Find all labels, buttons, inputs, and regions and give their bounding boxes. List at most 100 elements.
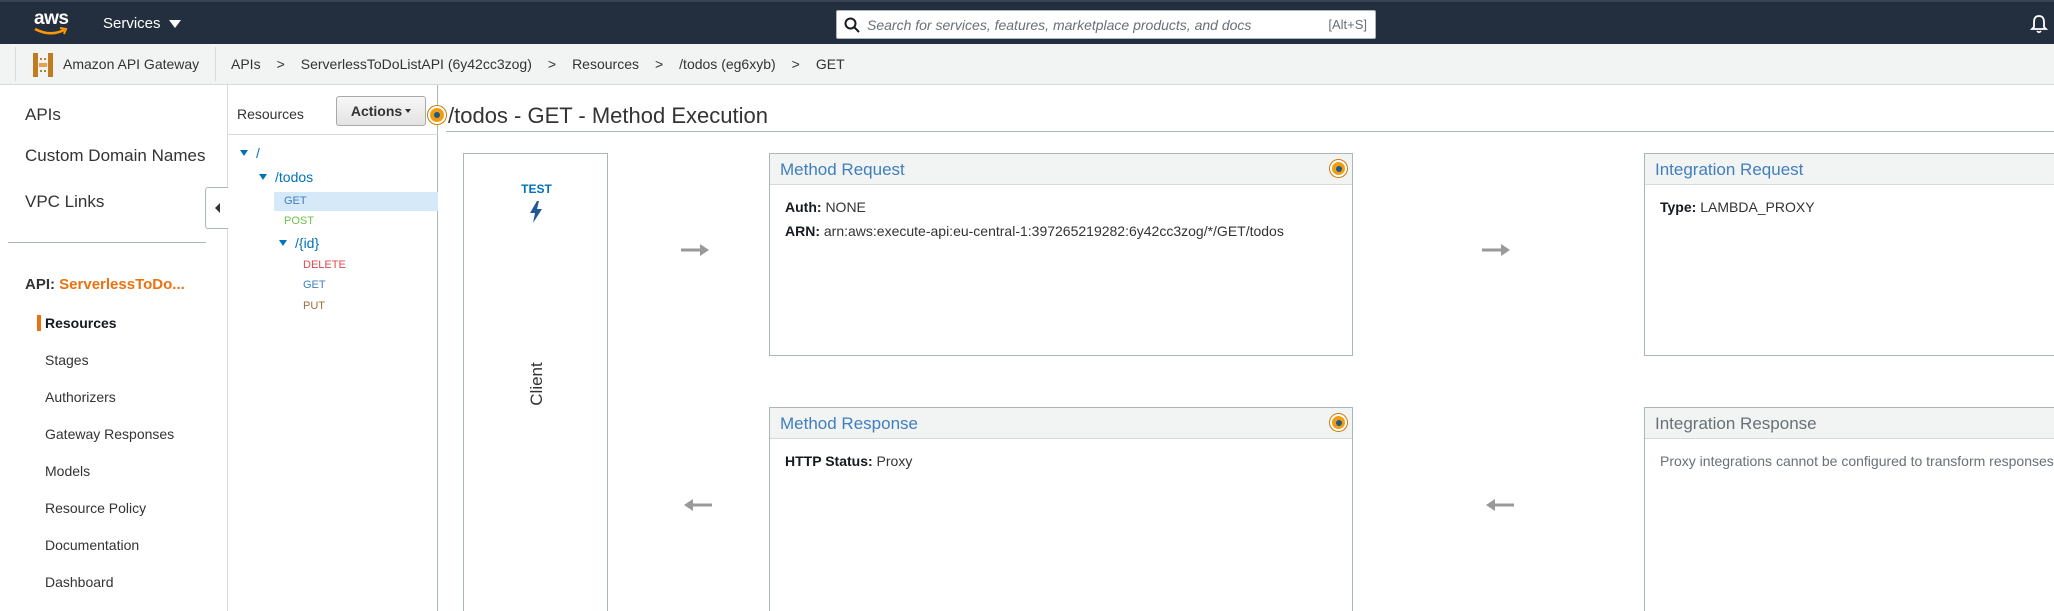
integration-response-note: Proxy integrations cannot be configured … [1660,453,2054,469]
tree-node-label: /{id} [295,235,320,251]
top-navigation-bar: aws Services Search for services, featur… [0,0,2054,44]
tree-node-label: / [256,145,260,161]
nav-item-custom-domain-names[interactable]: Custom Domain Names [25,146,205,166]
nav-item-stages[interactable]: Stages [45,352,89,368]
resources-pane-title: Resources [237,106,304,122]
aws-smile-icon [34,27,68,35]
divider [446,131,2054,132]
method-id-delete[interactable]: DELETE [303,259,346,271]
breadcrumb-separator: > [276,56,285,72]
nav-item-gateway-responses[interactable]: Gateway Responses [45,426,174,442]
method-request-link[interactable]: Method Request [780,160,905,180]
arrow-left-icon [1486,499,1514,511]
nav-item-resource-policy[interactable]: Resource Policy [45,500,146,516]
method-id-get[interactable]: GET [303,279,326,291]
integration-request-panel: Integration Request Type: LAMBDA_PROXY [1644,153,2054,356]
method-todos-post[interactable]: POST [284,215,314,227]
http-status-row: HTTP Status: Proxy [785,453,912,469]
breadcrumb: APIs > ServerlessToDoListAPI (6y42cc3zog… [231,56,845,72]
nav-item-documentation[interactable]: Documentation [45,537,139,553]
notifications-bell-icon[interactable] [2029,14,2049,39]
panel-header: Method Response [770,408,1352,439]
method-todos-get[interactable]: GET [284,195,307,207]
integration-response-panel: Integration Response Proxy integrations … [1644,407,2054,611]
client-label: Client [527,362,546,406]
search-bar[interactable]: Search for services, features, marketpla… [836,10,1376,39]
expand-triangle-icon [240,150,248,156]
status-dot-icon[interactable] [1330,414,1347,431]
integration-request-link[interactable]: Integration Request [1655,160,1803,180]
http-status-value: Proxy [876,453,913,469]
type-label: Type: [1660,199,1697,215]
expand-triangle-icon [259,174,267,180]
nav-item-models[interactable]: Models [45,463,90,479]
left-navigation: APIs Custom Domain Names VPC Links API: … [0,85,228,611]
pane-resize-handle[interactable] [428,106,446,124]
expand-triangle-icon [279,240,287,246]
arn-label: ARN: [785,223,820,239]
arrow-right-icon [681,244,709,256]
nav-item-dashboard[interactable]: Dashboard [45,574,114,590]
nav-item-apis[interactable]: APIs [25,105,61,125]
divider [215,47,216,81]
chevron-left-icon [214,203,220,213]
breadcrumb-separator: > [791,56,800,72]
divider [15,47,16,81]
api-gateway-service-icon [31,52,55,83]
services-menu-button[interactable]: Services [103,15,181,32]
method-request-panel: Method Request Auth: NONE ARN: arn:aws:e… [769,153,1353,356]
client-box: TEST Client [463,153,608,611]
http-status-label: HTTP Status: [785,453,873,469]
arrow-left-icon [684,499,712,511]
panel-header: Integration Response [1645,408,2054,439]
actions-label: Actions [350,103,403,119]
api-prefix: API: [25,276,55,293]
type-row: Type: LAMBDA_PROXY [1660,199,1815,215]
tree-node-id[interactable]: /{id} [279,235,319,251]
nav-item-vpc-links[interactable]: VPC Links [25,192,104,212]
breadcrumb-resources[interactable]: Resources [572,56,639,72]
tree-node-todos[interactable]: /todos [259,169,313,185]
api-heading: API: ServerlessToDo... [25,276,185,293]
auth-value: NONE [825,199,866,215]
panel-header: Method Request [770,154,1352,185]
auth-row: Auth: NONE [785,199,866,215]
breadcrumb-separator: > [547,56,557,72]
aws-logo-text: aws [34,8,69,29]
arrow-right-icon [1482,244,1510,256]
tree-node-root[interactable]: / [240,145,260,161]
page-title: /todos - GET - Method Execution [448,103,768,128]
caret-down-icon [168,19,181,28]
breadcrumb-separator: > [654,56,664,72]
status-dot-icon[interactable] [1330,160,1347,177]
nav-item-authorizers[interactable]: Authorizers [45,389,116,405]
search-input[interactable]: Search for services, features, marketpla… [867,17,1328,33]
arn-row: ARN: arn:aws:execute-api:eu-central-1:39… [785,223,1284,239]
divider [228,134,438,135]
arn-value: arn:aws:execute-api:eu-central-1:3972652… [823,223,1284,239]
search-icon [837,11,867,38]
lightning-bolt-icon[interactable] [528,201,544,228]
resources-pane: Resources Actions / /todos GET POST /{id… [228,85,438,611]
nav-item-resources[interactable]: Resources [45,315,117,331]
test-link[interactable]: TEST [464,182,609,196]
breadcrumb-apis[interactable]: APIs [231,56,261,72]
breadcrumb-resource-todos[interactable]: /todos (eg6xyb) [679,56,776,72]
breadcrumb-bar: Amazon API Gateway APIs > ServerlessToDo… [0,44,2054,85]
type-value: LAMBDA_PROXY [1700,199,1815,215]
method-response-panel: Method Response HTTP Status: Proxy [769,407,1353,611]
aws-logo[interactable]: aws [34,8,74,38]
collapse-sidebar-button[interactable] [205,187,228,229]
panel-header: Integration Request [1645,154,2054,185]
active-indicator [37,315,41,331]
service-name-link[interactable]: Amazon API Gateway [63,56,199,72]
breadcrumb-api-name[interactable]: ServerlessToDoListAPI (6y42cc3zog) [301,56,532,72]
method-id-put[interactable]: PUT [303,300,325,312]
divider [8,242,206,243]
search-shortcut-hint: [Alt+S] [1328,17,1367,32]
auth-label: Auth: [785,199,822,215]
integration-response-title: Integration Response [1655,414,1817,433]
breadcrumb-method-get: GET [815,56,845,72]
actions-dropdown-button[interactable]: Actions [336,96,426,126]
method-response-link[interactable]: Method Response [780,414,918,434]
